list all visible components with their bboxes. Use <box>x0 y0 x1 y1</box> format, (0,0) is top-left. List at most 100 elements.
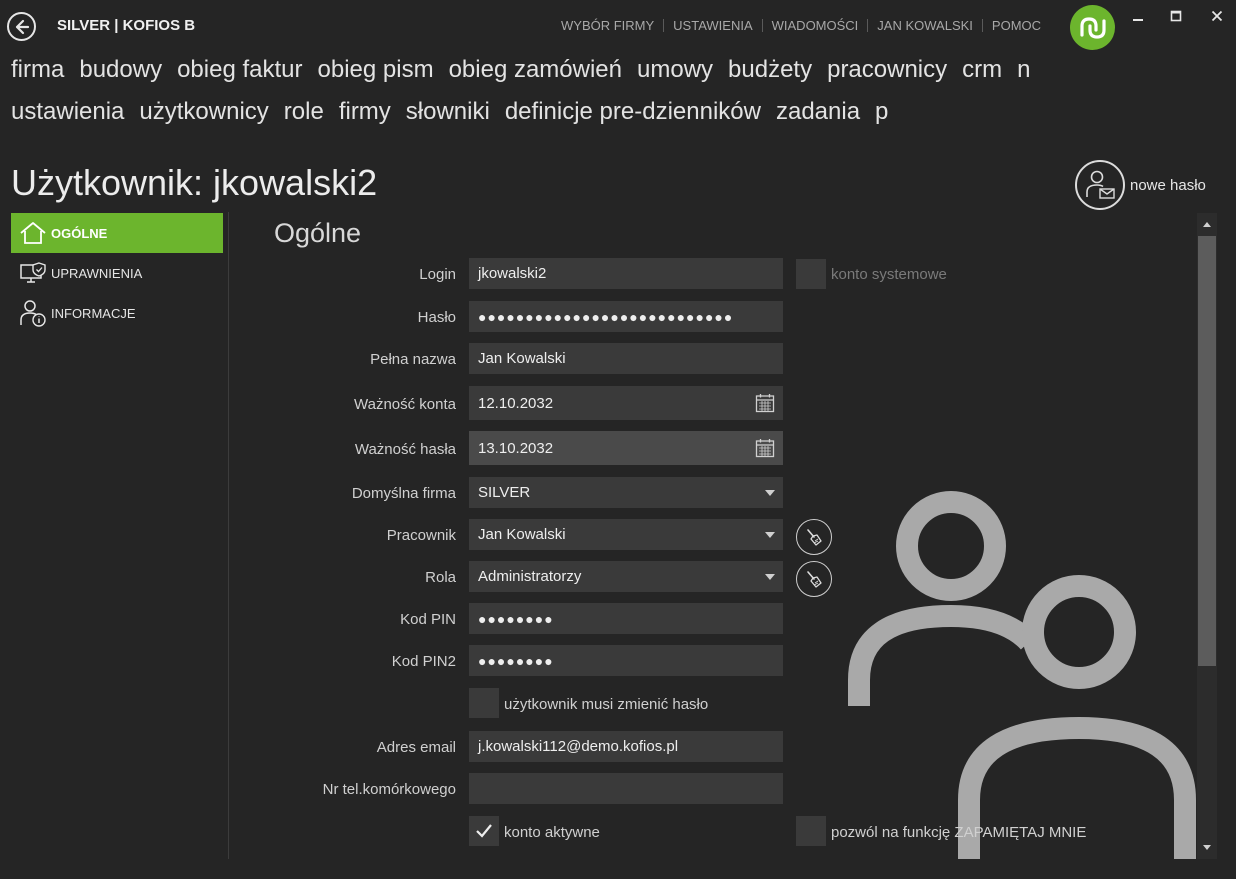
checkmark-icon <box>476 824 492 838</box>
new-password-circle <box>1075 160 1125 210</box>
pin-field[interactable]: ●●●●●●●● <box>469 603 783 634</box>
password-valid-label: Ważność hasła <box>354 441 456 458</box>
menu-budzety[interactable]: budżety <box>728 56 812 88</box>
menu-definicje-pre-dziennikow[interactable]: definicje pre-dzienników <box>505 98 761 130</box>
submodule-menu: ustawienia użytkownicy role firmy słowni… <box>11 98 1033 130</box>
mobile-field[interactable] <box>469 773 783 804</box>
calendar-icon <box>755 394 775 413</box>
menu-umowy[interactable]: umowy <box>637 56 713 88</box>
top-navigation: WYBÓR FIRMY USTAWIENIA WIADOMOŚCI JAN KO… <box>561 18 1041 33</box>
triangle-up-icon <box>1203 221 1211 227</box>
menu-cut-off[interactable]: p <box>875 98 888 130</box>
menu-firma[interactable]: firma <box>11 56 64 88</box>
employee-label: Pracownik <box>386 527 456 544</box>
chevron-down-icon <box>765 561 775 592</box>
sidebar-item-general[interactable]: OGÓLNE <box>11 213 223 253</box>
clear-role-button[interactable] <box>796 561 832 597</box>
account-valid-date-field[interactable]: 12.10.2032 <box>469 386 783 420</box>
menu-obieg-faktur[interactable]: obieg faktur <box>177 56 302 88</box>
triangle-down-icon <box>1203 844 1211 850</box>
menu-zadania[interactable]: zadania <box>776 98 860 130</box>
chevron-down-icon <box>765 519 775 550</box>
menu-obieg-pism[interactable]: obieg pism <box>318 56 434 88</box>
maximize-button[interactable] <box>1165 6 1187 26</box>
email-label: Adres email <box>376 739 456 756</box>
menu-ustawienia[interactable]: ustawienia <box>11 98 124 130</box>
minimize-button[interactable] <box>1127 6 1149 26</box>
topnav-messages[interactable]: WIADOMOŚCI <box>772 18 859 33</box>
topnav-help[interactable]: POMOC <box>992 18 1041 33</box>
app-title: SILVER | KOFIOS B <box>57 17 196 34</box>
section-title: Ogólne <box>274 218 362 248</box>
minimize-icon <box>1133 19 1143 21</box>
menu-cut-off[interactable]: n <box>1017 56 1030 88</box>
menu-role[interactable]: role <box>284 98 324 130</box>
menu-obieg-zamowien[interactable]: obieg zamówień <box>449 56 622 88</box>
kofios-logo-icon <box>1079 16 1106 39</box>
scroll-down-button[interactable] <box>1197 837 1217 857</box>
topnav-user[interactable]: JAN KOWALSKI <box>877 18 973 33</box>
user-envelope-icon <box>1086 170 1115 199</box>
scrollbar-thumb[interactable] <box>1198 236 1216 666</box>
password-value: ●●●●●●●●●●●●●●●●●●●●●●●●●●● <box>478 308 734 325</box>
pin2-label: Kod PIN2 <box>391 653 456 670</box>
full-name-field[interactable]: Jan Kowalski <box>469 343 783 374</box>
role-value: Administratorzy <box>478 568 582 585</box>
arrow-left-icon <box>15 19 29 34</box>
chevron-down-icon <box>765 477 775 508</box>
back-button[interactable] <box>7 12 36 41</box>
login-field[interactable]: jkowalski2 <box>469 258 783 289</box>
broom-icon <box>807 529 822 546</box>
user-info-icon <box>20 300 46 327</box>
account-valid-calendar-button[interactable] <box>755 386 775 420</box>
topnav-separator <box>981 19 983 32</box>
sidebar-item-permissions[interactable]: UPRAWNIENIA <box>11 253 223 293</box>
password-field[interactable]: ●●●●●●●●●●●●●●●●●●●●●●●●●●● <box>469 301 783 332</box>
login-label: Login <box>419 266 456 283</box>
must-change-password-checkbox[interactable] <box>469 688 499 718</box>
password-valid-calendar-button[interactable] <box>755 431 775 465</box>
close-button[interactable] <box>1206 6 1228 26</box>
menu-pracownicy[interactable]: pracownicy <box>827 56 947 88</box>
pin-value: ●●●●●●●● <box>478 610 554 627</box>
calendar-icon <box>755 439 775 458</box>
kofios-logo[interactable] <box>1070 5 1115 50</box>
menu-firmy[interactable]: firmy <box>339 98 391 130</box>
role-select[interactable]: Administratorzy <box>469 561 783 592</box>
system-account-checkbox[interactable] <box>796 259 826 289</box>
must-change-password-label: użytkownik musi zmienić hasło <box>504 696 709 713</box>
clear-employee-button[interactable] <box>796 519 832 555</box>
menu-budowy[interactable]: budowy <box>79 56 162 88</box>
account-active-checkbox[interactable] <box>469 816 499 846</box>
new-password-button[interactable]: nowe hasło <box>1075 160 1206 210</box>
mobile-label: Nr tel.komórkowego <box>322 781 456 798</box>
users-placeholder-icon <box>843 480 1203 859</box>
default-company-value: SILVER <box>478 484 531 501</box>
employee-select[interactable]: Jan Kowalski <box>469 519 783 550</box>
remember-me-checkbox[interactable] <box>796 816 826 846</box>
scroll-up-button[interactable] <box>1197 214 1217 234</box>
password-valid-date-field[interactable]: 13.10.2032 <box>469 431 783 465</box>
monitor-shield-icon <box>20 262 46 283</box>
pin2-field[interactable]: ●●●●●●●● <box>469 645 783 676</box>
topnav-settings[interactable]: USTAWIENIA <box>673 18 752 33</box>
role-label: Rola <box>425 569 456 586</box>
sidebar-item-label: UPRAWNIENIA <box>51 265 143 281</box>
close-icon <box>1211 10 1223 22</box>
pin2-value: ●●●●●●●● <box>478 652 554 669</box>
menu-slowniki[interactable]: słowniki <box>406 98 490 130</box>
topnav-company-select[interactable]: WYBÓR FIRMY <box>561 18 654 33</box>
system-account-label: konto systemowe <box>831 266 947 283</box>
sidebar-item-information[interactable]: INFORMACJE <box>11 293 223 333</box>
menu-uzytkownicy[interactable]: użytkownicy <box>139 98 268 130</box>
topnav-separator <box>761 19 763 32</box>
default-company-select[interactable]: SILVER <box>469 477 783 508</box>
pin-label: Kod PIN <box>400 611 456 628</box>
full-name-label: Pełna nazwa <box>370 351 456 368</box>
sidebar-divider <box>228 212 229 859</box>
email-field[interactable]: j.kowalski112@demo.kofios.pl <box>469 731 783 762</box>
menu-crm[interactable]: crm <box>962 56 1002 88</box>
remember-me-label: pozwól na funkcję ZAPAMIĘTAJ MNIE <box>831 824 1087 841</box>
topnav-separator <box>867 19 869 32</box>
module-menu: firma budowy obieg faktur obieg pism obi… <box>11 56 1033 88</box>
